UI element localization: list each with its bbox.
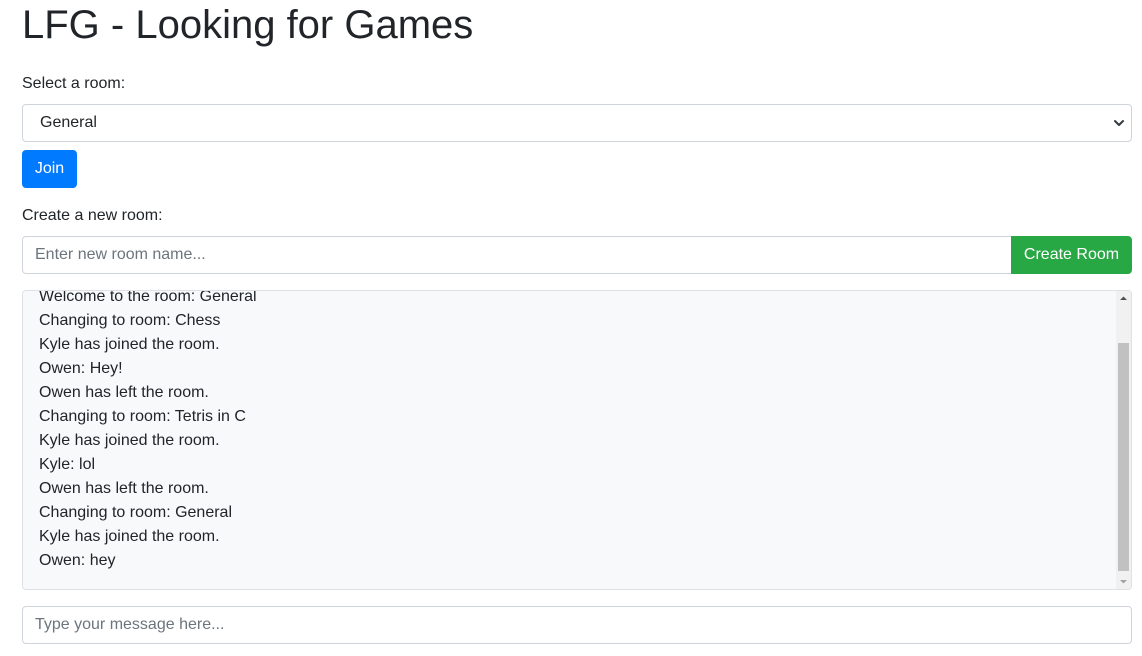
room-select-value: General <box>40 114 97 131</box>
chat-message: Changing to room: General <box>39 504 232 521</box>
room-select[interactable]: General <box>22 104 1132 142</box>
chat-message: Owen has left the room. <box>39 480 209 497</box>
chat-message: Changing to room: Chess <box>39 312 221 329</box>
chat-message: Owen: Hey! <box>39 360 123 377</box>
chat-log[interactable]: Welcome to the room: General Changing to … <box>22 290 1132 590</box>
chat-message: Kyle has joined the room. <box>39 528 220 545</box>
select-room-label: Select a room: <box>22 75 126 92</box>
caret-down-icon[interactable] <box>1116 574 1131 589</box>
chat-message: Kyle has joined the room. <box>39 432 220 449</box>
lfg-page: LFG - Looking for Games Select a room: G… <box>0 0 1142 656</box>
chat-message: Kyle has joined the room. <box>39 336 220 353</box>
create-room-button[interactable]: Create Room <box>1011 236 1132 274</box>
chat-message: Owen: hey <box>39 552 116 569</box>
new-room-name-input[interactable] <box>22 236 1012 274</box>
chat-message: Welcome to the room: General <box>39 290 257 305</box>
caret-up-icon[interactable] <box>1116 291 1131 306</box>
chat-scrollbar[interactable] <box>1116 291 1131 589</box>
chat-message: Changing to room: Tetris in C <box>39 408 246 425</box>
chat-message-list: Welcome to the room: General Changing to … <box>39 290 257 573</box>
chat-message: Owen has left the room. <box>39 384 209 401</box>
page-title: LFG - Looking for Games <box>22 3 474 47</box>
chat-message: Kyle: lol <box>39 456 96 473</box>
join-button[interactable]: Join <box>22 150 77 188</box>
message-input[interactable] <box>22 606 1132 644</box>
chevron-down-icon <box>1114 120 1124 126</box>
scrollbar-thumb[interactable] <box>1118 343 1129 571</box>
create-room-label: Create a new room: <box>22 207 163 224</box>
